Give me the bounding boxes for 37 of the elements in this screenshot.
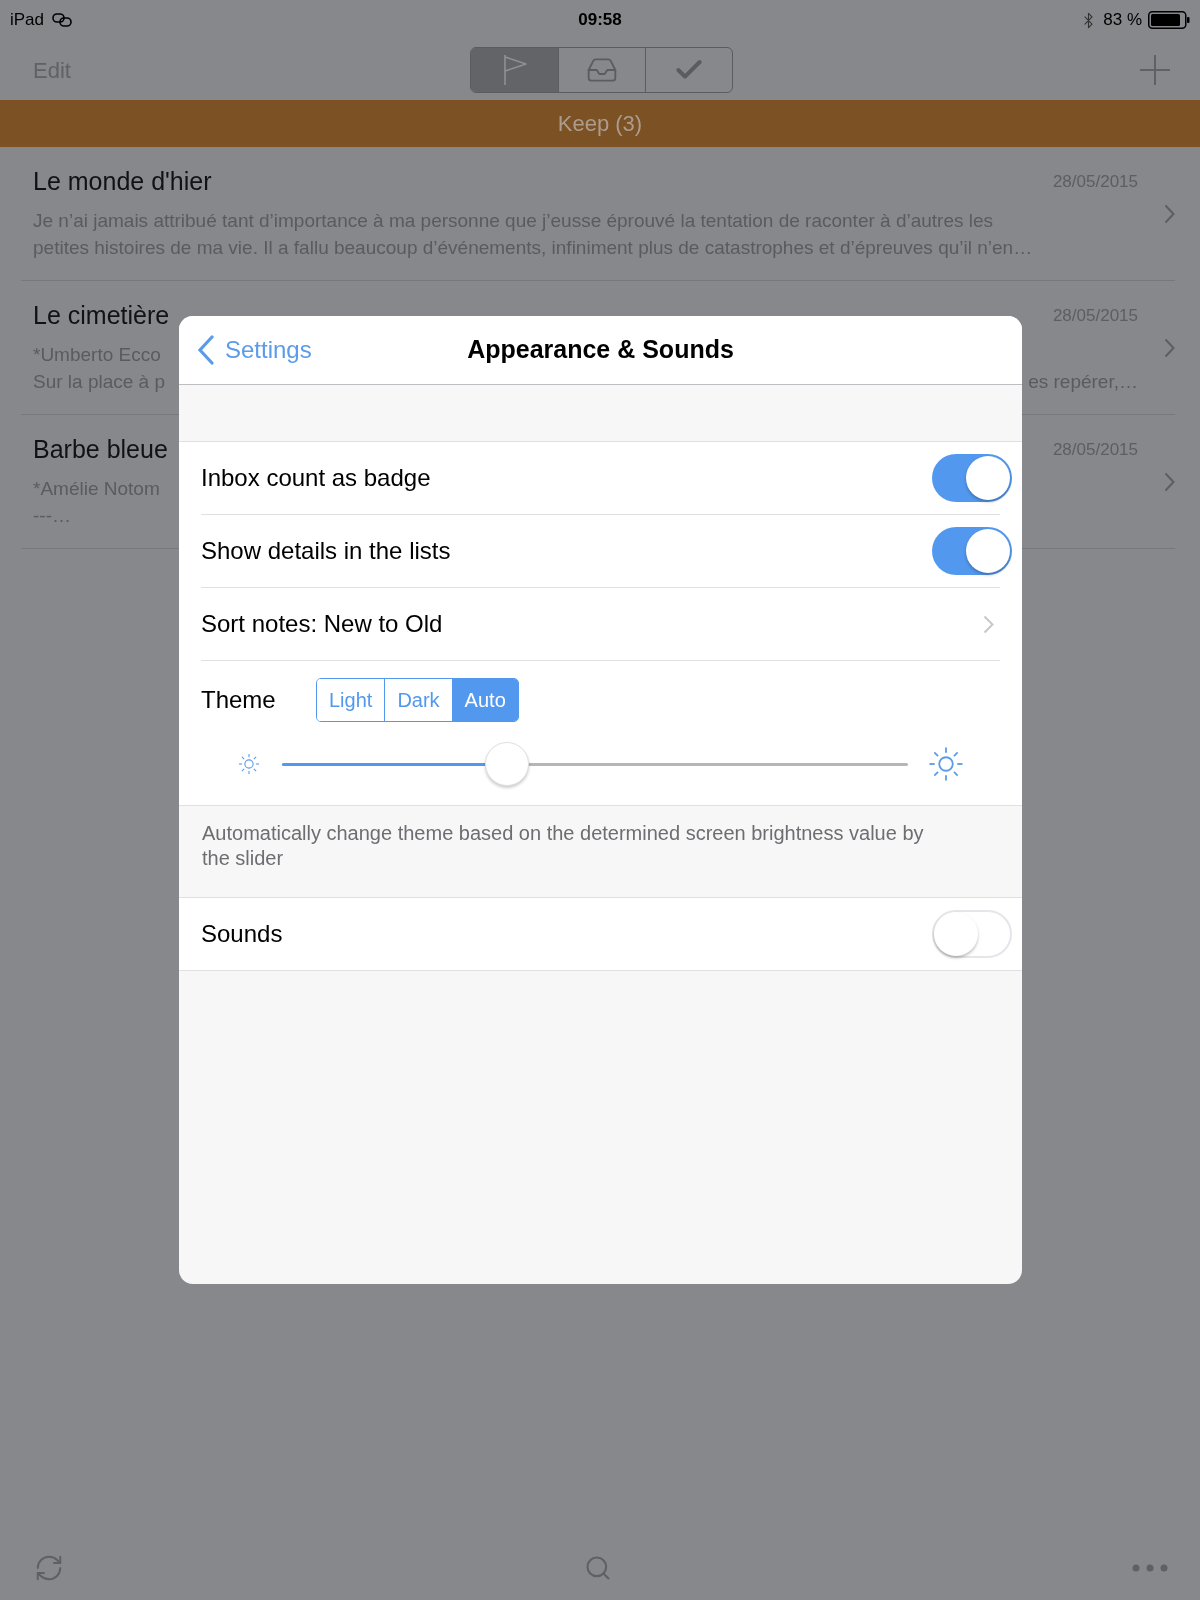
note-title: Le monde d'hier bbox=[33, 166, 212, 198]
filter-tab[interactable] bbox=[471, 48, 558, 92]
note-title: Barbe bleue bbox=[33, 434, 168, 466]
setting-label: Inbox count as badge bbox=[201, 463, 431, 493]
slider-thumb[interactable] bbox=[485, 742, 530, 786]
setting-label: Show details in the lists bbox=[201, 536, 451, 566]
modal-title: Appearance & Sounds bbox=[467, 334, 734, 366]
sun-icon bbox=[238, 753, 260, 775]
chevron-right-icon[interactable] bbox=[1163, 337, 1175, 358]
flag-icon bbox=[501, 54, 528, 86]
link-icon bbox=[52, 13, 73, 27]
toggle-switch[interactable] bbox=[932, 527, 1012, 575]
note-preview: ---… bbox=[33, 504, 71, 528]
footer-note: Automatically change theme based on the determined screen brightness value by the slider bbox=[202, 821, 925, 871]
back-button[interactable]: Settings bbox=[197, 332, 312, 368]
section-header: Keep (3) bbox=[0, 100, 1200, 147]
back-chevron-icon bbox=[197, 335, 215, 365]
note-title: Le cimetière bbox=[33, 300, 170, 332]
sun-icon bbox=[928, 746, 964, 782]
toggle-switch[interactable] bbox=[932, 454, 1012, 502]
refresh-icon[interactable] bbox=[34, 1553, 64, 1583]
chevron-right-icon bbox=[983, 614, 994, 634]
plus-icon[interactable] bbox=[1140, 55, 1170, 85]
chevron-right-icon[interactable] bbox=[1163, 203, 1175, 224]
sort-notes-row[interactable]: Sort notes: New to Old bbox=[179, 588, 1022, 660]
setting-label: Theme bbox=[201, 686, 276, 713]
theme-tab[interactable]: Auto bbox=[451, 679, 518, 721]
carrier-label: iPad bbox=[10, 9, 45, 32]
chevron-right-icon[interactable] bbox=[1163, 471, 1175, 492]
search-icon[interactable] bbox=[584, 1554, 612, 1582]
toggle-switch[interactable] bbox=[932, 910, 1012, 958]
battery-icon bbox=[1148, 11, 1190, 29]
more-icon[interactable] bbox=[1132, 1564, 1168, 1572]
setting-label: Sounds bbox=[201, 919, 283, 949]
brightness-slider[interactable] bbox=[282, 741, 908, 787]
battery-percent: 83 % bbox=[1103, 9, 1142, 32]
status-time: 09:58 bbox=[578, 9, 622, 32]
